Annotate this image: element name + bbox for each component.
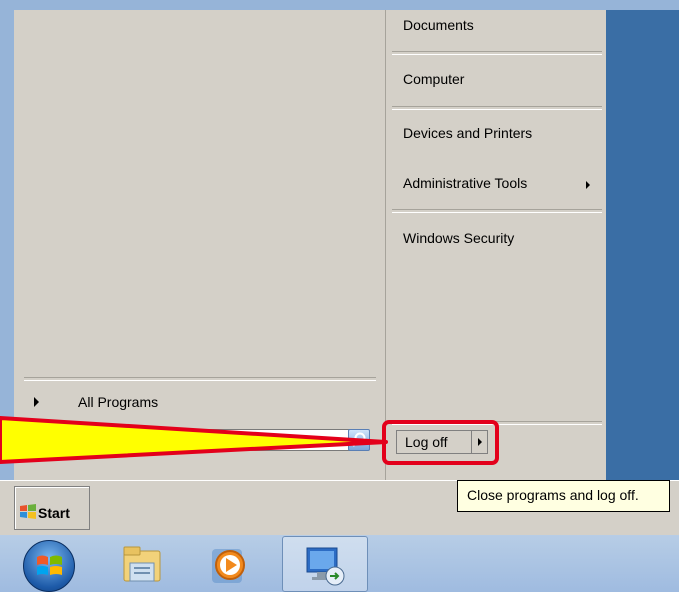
menu-separator [392, 106, 602, 110]
menu-item-windows-security[interactable]: Windows Security [386, 223, 606, 257]
windows-logo-icon [37, 555, 62, 575]
menu-item-computer[interactable]: Computer [386, 64, 606, 98]
menu-item-label: Devices and Printers [403, 125, 533, 141]
start-menu-right-pane: Documents Computer Devices and Printers … [386, 10, 606, 480]
remote-desktop-icon [306, 547, 345, 586]
menu-item-administrative-tools[interactable]: Administrative Tools [386, 168, 606, 202]
menu-separator [392, 51, 602, 55]
media-player-icon[interactable] [206, 543, 254, 587]
explorer-folder-icon[interactable] [118, 543, 166, 587]
desktop-background-top [0, 0, 679, 10]
menu-separator [392, 209, 602, 213]
callout-arrow [0, 416, 388, 464]
desktop-background-right [606, 10, 679, 480]
start-button[interactable]: Start [14, 486, 90, 530]
menu-item-label: Documents [403, 17, 474, 33]
all-programs-separator [24, 377, 376, 381]
windows-flag-icon [20, 504, 36, 519]
logoff-highlight-box [382, 420, 499, 465]
windows-orb-icon[interactable] [23, 540, 75, 592]
submenu-arrow-icon [586, 181, 590, 189]
tooltip-text: Close programs and log off. [467, 487, 639, 503]
start-button-label: Start [38, 505, 70, 521]
menu-item-label: Computer [403, 71, 465, 87]
menu-item-label: Windows Security [403, 230, 515, 246]
menu-item-label: Administrative Tools [403, 175, 528, 191]
menu-item-devices-and-printers[interactable]: Devices and Printers [386, 118, 606, 152]
menu-item-documents[interactable]: Documents [386, 10, 606, 44]
logoff-tooltip: Close programs and log off. [457, 480, 670, 512]
remote-desktop-taskbar-item[interactable] [282, 536, 368, 592]
windows7-taskbar [0, 535, 679, 592]
